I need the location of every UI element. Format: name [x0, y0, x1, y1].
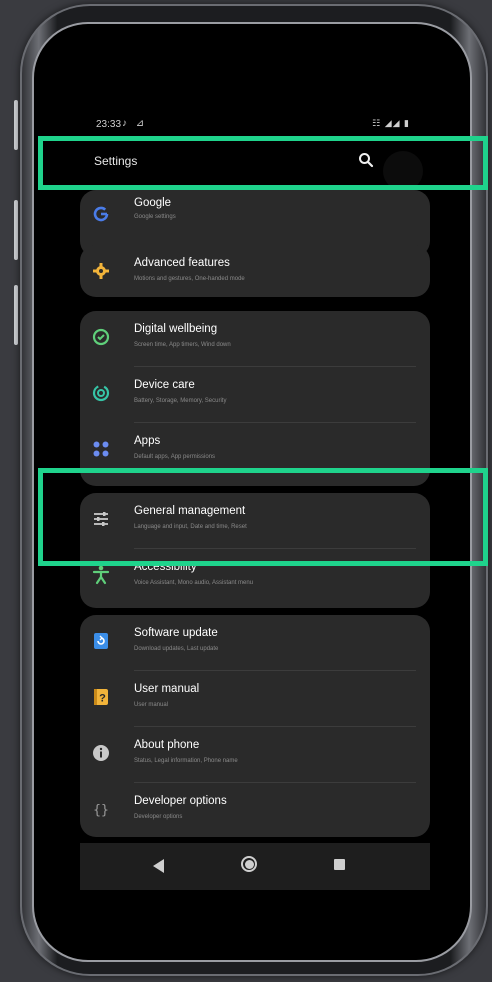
settings-item-title: About phone	[134, 739, 200, 751]
settings-item-device-care[interactable]: Device care Battery, Storage, Memory, Se…	[80, 367, 430, 421]
settings-item-subtitle: Voice Assistant, Mono audio, Assistant m…	[134, 580, 254, 586]
svg-text:{}: {}	[93, 803, 109, 818]
settings-item-title: Software update	[134, 627, 218, 639]
status-right-icons: ☷ ◢◢ ▮	[372, 118, 410, 128]
settings-item-subtitle: User manual	[134, 702, 169, 708]
developer-icon: {}	[90, 798, 112, 820]
settings-item-title: Developer options	[134, 795, 227, 807]
settings-item-subtitle: Google settings	[134, 214, 176, 220]
apps-icon	[90, 438, 112, 460]
recent-apps-icon[interactable]	[334, 859, 345, 870]
settings-item-subtitle: Default apps, App permissions	[134, 454, 216, 460]
accessibility-icon	[90, 564, 112, 586]
svg-text:?: ?	[99, 693, 106, 705]
volume-down-button	[14, 285, 18, 345]
settings-item-title: User manual	[134, 683, 200, 695]
status-bar: 23:33 ♪ ⊿ ☷ ◢◢ ▮	[80, 115, 430, 135]
device-care-icon	[90, 382, 112, 404]
settings-item-title: Apps	[134, 435, 161, 447]
settings-item-subtitle: Motions and gestures, One-handed mode	[134, 276, 245, 282]
home-icon[interactable]	[241, 856, 257, 872]
volume-up-button	[14, 200, 18, 260]
settings-item-digital-wellbeing[interactable]: Digital wellbeing Screen time, App timer…	[80, 311, 430, 365]
settings-item-subtitle: Status, Legal information, Phone name	[134, 758, 238, 764]
settings-item-software-update[interactable]: Software update Download updates, Last u…	[80, 615, 430, 669]
settings-item-title: Device care	[134, 379, 195, 391]
settings-item-developer-options[interactable]: {} Developer options Developer options	[80, 783, 430, 837]
settings-card-advanced: Advanced features Motions and gestures, …	[80, 245, 430, 297]
settings-item-google[interactable]: Google Google settings	[80, 197, 430, 251]
settings-item-subtitle: Download updates, Last update	[134, 646, 219, 652]
status-time: 23:33	[96, 119, 122, 130]
settings-item-title: Digital wellbeing	[134, 323, 218, 335]
settings-item-about-phone[interactable]: About phone Status, Legal information, P…	[80, 727, 430, 781]
info-icon	[90, 742, 112, 764]
highlight-general-management	[38, 468, 488, 566]
settings-item-subtitle: Screen time, App timers, Wind down	[134, 342, 231, 348]
settings-item-title: Advanced features	[134, 257, 230, 269]
software-update-icon	[90, 630, 112, 652]
side-button	[14, 100, 18, 150]
back-icon[interactable]	[153, 859, 164, 873]
navigation-bar	[80, 843, 430, 890]
gear-icon	[90, 260, 112, 282]
status-left-icons: ♪ ⊿	[122, 118, 148, 129]
google-icon	[90, 203, 112, 225]
settings-item-subtitle: Battery, Storage, Memory, Security	[134, 398, 227, 404]
settings-item-subtitle: Developer options	[134, 814, 183, 820]
settings-item-advanced-features[interactable]: Advanced features Motions and gestures, …	[80, 245, 430, 297]
settings-card-system: Software update Download updates, Last u…	[80, 615, 430, 837]
settings-item-title: Google	[134, 197, 172, 209]
wellbeing-icon	[90, 326, 112, 348]
user-manual-icon: ?	[90, 686, 112, 708]
highlight-app-bar	[38, 136, 488, 190]
settings-card-apps: Digital wellbeing Screen time, App timer…	[80, 311, 430, 486]
settings-item-user-manual[interactable]: ? User manual User manual	[80, 671, 430, 725]
